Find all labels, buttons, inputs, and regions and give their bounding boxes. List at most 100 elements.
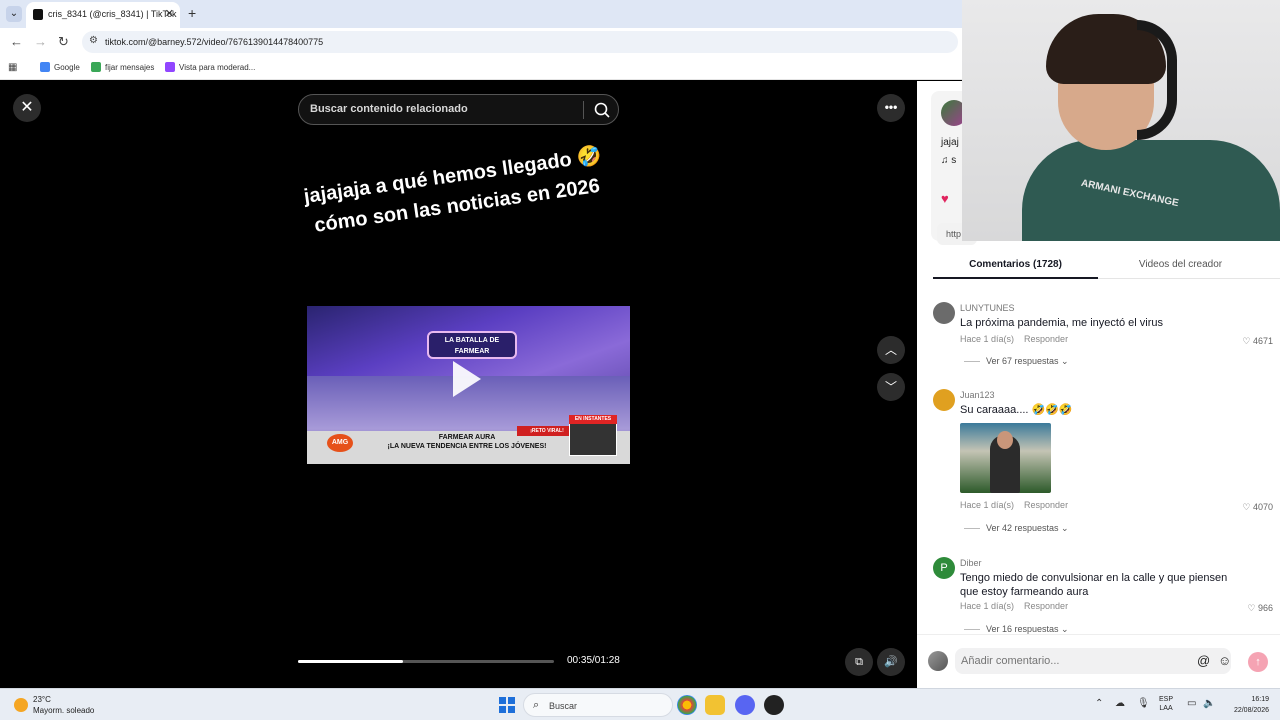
windows-taskbar: 23°C Mayorm. soleado ⌕ Buscar ⌃ ☁ 🎙 ESP L… [0, 688, 1280, 720]
progress-fill [298, 660, 403, 663]
comment-text: Tengo miedo de convulsionar en la calle … [960, 572, 1228, 598]
bookmark-vista-moderador[interactable]: Vista para moderad... [165, 62, 255, 72]
related-search-bar[interactable]: Buscar contenido relacionado [298, 94, 619, 125]
comment-item: LUNYTUNES La próxima pandemia, me inyect… [933, 302, 1273, 372]
banner-title: FARMEAR AURA ¡LA NUEVA TENDENCIA ENTRE L… [387, 434, 547, 450]
search-icon[interactable] [592, 100, 612, 120]
url-text: tiktok.com/@barney.572/video/76761390144… [105, 37, 324, 47]
like-heart-icon[interactable]: ♥ [941, 191, 949, 206]
forward-icon[interactable]: → [34, 34, 47, 49]
volume-icon[interactable]: 🔊 [877, 648, 905, 676]
bookmark-icon [91, 62, 101, 72]
next-video-button[interactable]: ﹀ [877, 373, 905, 401]
comment-time: Hace 1 día(s) [960, 601, 1015, 611]
comment-time: Hace 1 día(s) [960, 334, 1015, 344]
language-indicator[interactable]: ESP LAA [1159, 695, 1173, 713]
taskbar-search[interactable]: ⌕ Buscar [523, 693, 673, 717]
google-icon [40, 62, 50, 72]
search-icon: ⌕ [533, 699, 540, 711]
comment-item: P Diber Tengo miedo de convulsionar en l… [933, 557, 1273, 637]
video-frame[interactable]: LA BATALLA DE FARMEAR ¡RETO VIRAL! AMG F… [307, 306, 630, 464]
comment-text: Su caraaaa.... 🤣🤣🤣 [960, 404, 1073, 416]
weather-desc[interactable]: Mayorm. soleado [33, 706, 94, 715]
view-replies-button[interactable]: Ver 42 respuestas ⌄ [964, 523, 1069, 534]
browser-tab[interactable]: cris_8341 (@cris_8341) | TikTok ✕ [26, 2, 180, 28]
tab-comments[interactable]: Comentarios (1728) [933, 253, 1098, 279]
play-icon[interactable] [453, 361, 481, 397]
related-search-input[interactable]: Buscar contenido relacionado [310, 103, 468, 115]
apps-grid-icon[interactable]: ▦ [8, 62, 17, 73]
tab-close-icon[interactable]: ✕ [165, 7, 174, 20]
speaker-icon[interactable]: 🔈 [1203, 698, 1215, 709]
tab-title: cris_8341 (@cris_8341) | TikTok [48, 9, 177, 19]
chrome-icon[interactable] [677, 695, 697, 715]
progress-bar[interactable] [298, 660, 554, 663]
taskbar-search-label: Buscar [549, 701, 578, 711]
file-explorer-icon[interactable] [705, 695, 725, 715]
more-options-button[interactable]: ••• [877, 94, 905, 122]
reply-button[interactable]: Responder [1024, 601, 1068, 611]
search-divider [583, 101, 584, 119]
screen: ⌄ cris_8341 (@cris_8341) | TikTok ✕ + ← … [0, 0, 1280, 720]
bookmark-fijar-mensajes[interactable]: fijar mensajes [91, 62, 154, 72]
video-player[interactable]: ✕ Buscar contenido relacionado ••• jajaj… [0, 81, 917, 688]
reload-icon[interactable]: ↻ [58, 34, 69, 50]
tiktok-favicon-icon [33, 9, 43, 20]
site-info-icon[interactable]: ⚙ [89, 35, 98, 46]
address-bar[interactable]: ⚙ tiktok.com/@barney.572/video/767613901… [82, 31, 958, 53]
pip-icon[interactable]: ⧉ [845, 648, 873, 676]
microphone-icon[interactable]: 🎙 [1137, 698, 1150, 709]
tab-search-icon[interactable]: ⌄ [6, 6, 22, 22]
bookmarks-bar: ▦ Google fijar mensajes Vista para moder… [0, 56, 962, 80]
comment-like[interactable]: ♡ 4070 [1242, 502, 1273, 513]
close-video-button[interactable]: ✕ [13, 94, 41, 122]
reply-button[interactable]: Responder [1024, 334, 1068, 344]
browser-toolbar: ← → ↻ ⚙ tiktok.com/@barney.572/video/767… [0, 28, 962, 56]
weather-temp[interactable]: 23°C [33, 695, 51, 704]
emoji-icon[interactable]: ☺ [1218, 653, 1231, 668]
music-label[interactable]: ♫ s [941, 155, 956, 166]
headset-icon [1137, 20, 1177, 140]
comment-meta: Hace 1 día(s) Responder [960, 334, 1078, 344]
windows-start-icon[interactable] [499, 697, 515, 713]
comment-avatar[interactable] [933, 389, 955, 411]
comment-meta: Hace 1 día(s) Responder [960, 601, 1078, 611]
user-avatar [928, 651, 948, 671]
new-tab-icon[interactable]: + [188, 5, 196, 21]
reply-button[interactable]: Responder [1024, 500, 1068, 510]
comment-item: Juan123 Su caraaaa.... 🤣🤣🤣 Hace 1 día(s)… [933, 389, 1273, 539]
weather-sun-icon[interactable] [14, 698, 28, 712]
en-instantes-badge: EN INSTANTES [569, 415, 617, 424]
mention-icon[interactable]: @ [1197, 653, 1210, 668]
discord-icon[interactable] [735, 695, 755, 715]
view-replies-button[interactable]: Ver 67 respuestas ⌄ [964, 356, 1069, 367]
tab-creator-videos[interactable]: Videos del creador [1098, 253, 1263, 279]
comment-username[interactable]: Diber [960, 558, 982, 568]
wifi-icon[interactable]: ▭ [1187, 698, 1196, 709]
webcam-overlay: ARMANI EXCHANGE [962, 0, 1280, 241]
twitch-icon [165, 62, 175, 72]
comment-text: La próxima pandemia, me inyectó el virus [960, 317, 1163, 329]
comment-username[interactable]: Juan123 [960, 390, 995, 400]
comment-image[interactable] [960, 423, 1051, 493]
obs-icon[interactable] [764, 695, 784, 715]
comment-avatar[interactable]: P [933, 557, 955, 579]
video-caption: jajajaja a qué hemos llegado 🤣 cómo son … [302, 144, 604, 237]
comment-like[interactable]: ♡ 4671 [1242, 336, 1273, 347]
bookmark-google[interactable]: Google [40, 62, 80, 72]
comment-username[interactable]: LUNYTUNES [960, 303, 1015, 313]
previous-video-button[interactable]: ︿ [877, 336, 905, 364]
back-icon[interactable]: ← [10, 34, 23, 49]
video-description: jajaj [941, 137, 959, 148]
browser-tabbar: ⌄ cris_8341 (@cris_8341) | TikTok ✕ + [0, 0, 962, 28]
comment-like[interactable]: ♡ 966 [1247, 603, 1273, 614]
system-clock[interactable]: 16:19 22/08/2026 [1225, 694, 1269, 716]
tray-chevron-icon[interactable]: ⌃ [1095, 698, 1103, 709]
image-face [997, 431, 1013, 449]
comment-meta: Hace 1 día(s) Responder [960, 500, 1078, 510]
comment-composer: @ ☺ ↑ [917, 634, 1280, 688]
comment-input[interactable] [955, 648, 1231, 674]
tray-network-icon[interactable]: ☁ [1115, 698, 1125, 709]
comment-avatar[interactable] [933, 302, 955, 324]
send-button[interactable]: ↑ [1248, 652, 1268, 672]
